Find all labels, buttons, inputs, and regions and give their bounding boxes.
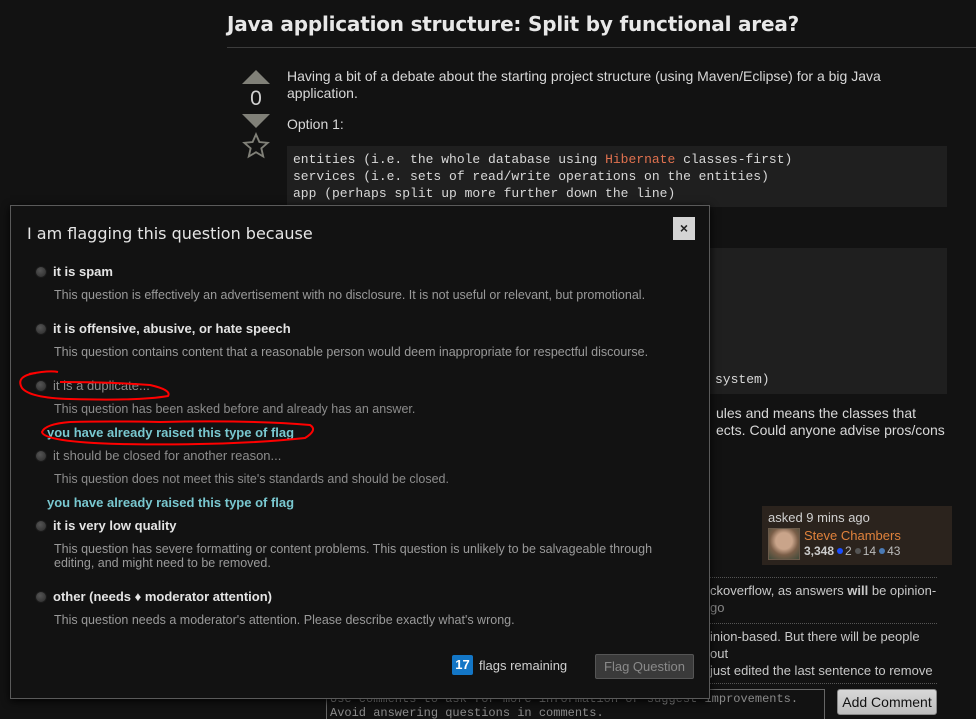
comment-text-part: ckoverflow, as answers [710, 583, 848, 598]
flags-remaining-count: 17 [452, 655, 473, 675]
vote-cell: 0 [238, 70, 274, 165]
code-text: classes-first) [675, 152, 793, 167]
question-body-tail: ules and means the classes that ects. Co… [716, 405, 945, 439]
reputation-score: 3,348 [804, 544, 835, 558]
bronze-badge-icon [879, 548, 886, 555]
comment: inion-based. But there will be people ou… [710, 623, 937, 683]
option-description: This question contains content that a re… [54, 345, 649, 359]
radio-button [35, 380, 47, 392]
code-line: services (i.e. sets of read/write operat… [293, 169, 769, 184]
option-label[interactable]: it is spam [53, 264, 113, 279]
gold-badge-count: 2 [845, 544, 852, 558]
silver-badge-icon [854, 548, 861, 555]
gold-badge-icon [837, 548, 844, 555]
already-flagged-notice: you have already raised this type of fla… [47, 495, 295, 510]
option-label: it is a duplicate... [53, 378, 150, 393]
option-label[interactable]: it is very low quality [53, 518, 177, 533]
comment-text: just edited the last sentence to remove [710, 663, 933, 678]
flags-remaining: 17 flags remaining [452, 655, 567, 675]
bronze-badge-count: 43 [887, 544, 901, 558]
owner-name-link[interactable]: Steve Chambers [804, 528, 901, 544]
comment-date[interactable]: go [710, 599, 937, 616]
flags-remaining-label: flags remaining [479, 657, 568, 673]
already-flagged-notice: you have already raised this type of fla… [47, 425, 295, 440]
question-title[interactable]: Java application structure: Split by fun… [227, 12, 976, 48]
add-comment-button[interactable]: Add Comment [837, 689, 937, 715]
asked-time: asked 9 mins ago [768, 510, 870, 525]
question-body: Having a bit of a debate about the start… [287, 68, 927, 147]
option-1-label: Option 1: [287, 116, 344, 132]
code-line: system) [715, 372, 770, 387]
option-description: This question needs a moderator's attent… [54, 613, 515, 627]
downvote-arrow-icon[interactable] [242, 114, 270, 128]
radio-button[interactable] [35, 591, 47, 603]
flag-dialog: I am flagging this question because × it… [10, 205, 710, 699]
dialog-title: I am flagging this question because [27, 224, 313, 243]
close-button[interactable]: × [673, 217, 695, 240]
option-label[interactable]: it is offensive, abusive, or hate speech [53, 321, 291, 336]
option-description: This question has severe formatting or c… [54, 542, 653, 570]
body-line: ules and means the classes that [716, 405, 917, 421]
option-description: This question does not meet this site's … [54, 472, 449, 486]
comment-divider [710, 683, 937, 684]
radio-button[interactable] [35, 520, 47, 532]
silver-badge-count: 14 [862, 544, 877, 558]
option-label: it should be closed for another reason..… [53, 448, 282, 463]
comment-text-part: be opinion- [868, 583, 937, 598]
radio-button[interactable] [35, 323, 47, 335]
flag-question-button[interactable]: Flag Question [595, 654, 694, 679]
radio-button[interactable] [35, 266, 47, 278]
option-description: This question has been asked before and … [54, 402, 416, 416]
code-text: entities (i.e. the whole database using [293, 152, 606, 167]
favorite-star-icon[interactable] [242, 132, 270, 160]
radio-button [35, 450, 47, 462]
code-line: entities (i.e. the whole database using … [293, 152, 792, 167]
comment: ckoverflow, as answers will be opinion- … [710, 577, 937, 620]
reputation: 3,348 2 14 43 [804, 544, 901, 559]
owner-card: asked 9 mins ago Steve Chambers 3,348 2 14… [762, 506, 952, 565]
upvote-arrow-icon[interactable] [242, 70, 270, 84]
code-line: app (perhaps split up more further down … [293, 186, 676, 201]
body-line: ects. Could anyone advise pros/cons [716, 422, 945, 438]
avatar[interactable] [768, 528, 800, 560]
comment-text: ckoverflow, as answers will be opinion- [710, 582, 937, 599]
option-description: This question is effectively an advertis… [54, 288, 646, 302]
body-paragraph: Having a bit of a debate about the start… [287, 68, 881, 101]
option-label[interactable]: other (needs ♦ moderator attention) [53, 589, 272, 604]
comment-bold: will [847, 583, 869, 598]
vote-count: 0 [250, 87, 262, 110]
comment-placeholder: Avoid answering questions in comments. [330, 706, 604, 719]
code-block-option-1: entities (i.e. the whole database using … [287, 146, 947, 207]
code-highlight: Hibernate [605, 152, 676, 167]
comment-text: inion-based. But there will be people ou… [710, 629, 920, 661]
